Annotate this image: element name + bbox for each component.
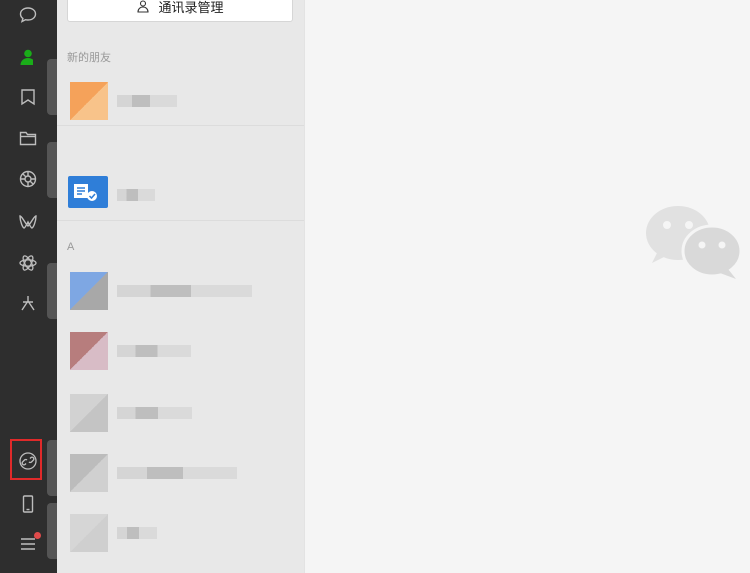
avatar xyxy=(68,176,108,208)
chat-tab[interactable] xyxy=(8,0,48,32)
phone-icon xyxy=(22,495,34,513)
favorites-icon xyxy=(21,89,35,106)
contacts-manage-button[interactable]: 通讯录管理 xyxy=(67,0,293,22)
files-icon xyxy=(19,131,37,146)
moments-icon xyxy=(19,170,37,188)
mini-programs-tab[interactable] xyxy=(8,286,48,320)
wechat-logo-icon xyxy=(646,206,743,279)
search-icon xyxy=(19,255,37,271)
contacts-tab[interactable] xyxy=(8,40,48,74)
link-tab[interactable] xyxy=(8,444,48,478)
mini-programs-icon xyxy=(21,296,35,311)
list-item[interactable] xyxy=(57,500,304,560)
channels-tab[interactable] xyxy=(8,205,48,239)
contacts-manage-label: 通讯录管理 xyxy=(158,0,224,15)
list-item[interactable] xyxy=(57,162,304,222)
divider xyxy=(57,220,304,221)
navigation-rail xyxy=(0,0,59,573)
main-content-area xyxy=(304,0,750,573)
link-icon xyxy=(19,452,37,470)
moments-tab[interactable] xyxy=(8,162,48,196)
channels-icon xyxy=(19,215,37,229)
contact-name xyxy=(117,407,192,419)
list-item[interactable] xyxy=(57,318,304,378)
contact-name xyxy=(117,467,237,479)
avatar xyxy=(70,394,108,432)
avatar xyxy=(70,454,108,492)
avatar xyxy=(70,82,108,120)
contact-name xyxy=(117,345,191,357)
contact-name xyxy=(117,189,155,201)
contacts-icon xyxy=(20,49,37,65)
phone-tab[interactable] xyxy=(8,487,48,521)
files-tab[interactable] xyxy=(8,121,48,155)
divider xyxy=(57,125,304,126)
contact-name xyxy=(117,527,157,539)
list-item[interactable] xyxy=(57,440,304,500)
contact-name xyxy=(117,95,177,107)
notification-dot xyxy=(34,532,41,539)
list-item[interactable] xyxy=(57,258,304,318)
list-item[interactable] xyxy=(57,380,304,440)
chat-icon xyxy=(19,7,37,23)
avatar xyxy=(70,514,108,552)
contact-name xyxy=(117,285,252,297)
section-label-new-friends: 新的朋友 xyxy=(67,52,111,64)
avatar xyxy=(70,332,108,370)
section-label-a: A xyxy=(67,241,75,253)
document-check-icon xyxy=(74,184,97,201)
contacts-manage-icon xyxy=(137,0,150,13)
avatar xyxy=(70,272,108,310)
contacts-panel: 通讯录管理 新的朋友 A xyxy=(57,0,304,573)
menu-button[interactable] xyxy=(8,527,48,561)
list-item[interactable] xyxy=(57,68,304,128)
favorites-tab[interactable] xyxy=(8,80,48,114)
search-tab[interactable] xyxy=(8,246,48,280)
